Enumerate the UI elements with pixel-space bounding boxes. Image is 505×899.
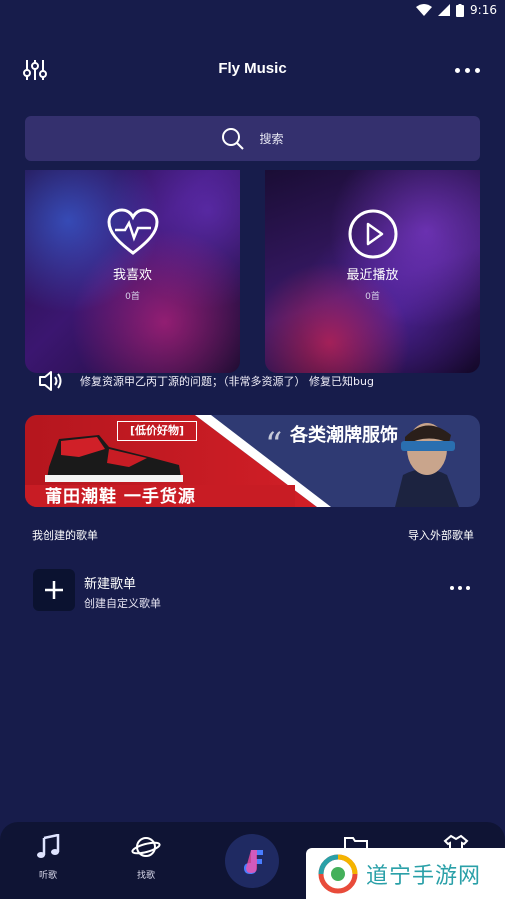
music-note-icon [37, 833, 60, 858]
search-icon [222, 127, 245, 150]
watermark: 道宁手游网 [306, 848, 505, 899]
status-time: 9:16 [470, 3, 497, 17]
notice-bar: 修复资源甲乙丙丁源的问题；（非常多资源了） 修复已知bug [38, 366, 488, 396]
speaker-icon [39, 371, 62, 391]
app-header: Fly Music [0, 50, 505, 90]
banner-tag: [低价好物] [117, 421, 197, 441]
play-circle-icon [347, 208, 399, 264]
more-menu-button[interactable] [451, 62, 483, 78]
more-dot [454, 67, 460, 73]
import-playlist-link[interactable]: 导入外部歌单 [408, 527, 474, 543]
wifi-icon [416, 4, 433, 16]
plus-icon [45, 581, 63, 599]
promo-banner[interactable]: [低价好物] 莆田潮鞋 一手货源 “ 各类潮牌服饰 [25, 415, 480, 507]
add-playlist-button[interactable] [33, 569, 75, 611]
new-playlist-item[interactable]: 新建歌单 创建自定义歌单 [33, 568, 478, 612]
watermark-text: 道宁手游网 [366, 863, 482, 889]
player-center-button[interactable] [225, 834, 279, 888]
search-bar[interactable]: 搜索 [25, 116, 480, 161]
banner-slogan: 莆田潮鞋 一手货源 [45, 487, 196, 507]
battery-icon [456, 3, 465, 17]
more-dot [458, 586, 462, 590]
recent-count: 0首 [365, 292, 380, 302]
fly-music-logo-icon [244, 850, 263, 874]
signal-icon [438, 4, 451, 16]
my-playlists-header: 我创建的歌单 导入外部歌单 [32, 526, 474, 544]
tab-listen-label: 听歌 [38, 871, 57, 881]
model-image [395, 423, 459, 507]
app-title: Fly Music [218, 60, 287, 77]
tab-find-label: 找歌 [136, 871, 155, 881]
more-dot [450, 586, 454, 590]
tab-find[interactable]: 找歌 [122, 834, 170, 881]
tab-listen[interactable]: 听歌 [24, 833, 72, 881]
favorites-title: 我喜欢 [112, 268, 152, 283]
status-bar: 9:16 [0, 0, 505, 20]
favorites-count: 0首 [125, 292, 140, 302]
planet-icon [131, 837, 161, 857]
favorites-card[interactable]: 我喜欢 0首 [25, 170, 240, 373]
notice-text: 修复资源甲乙丙丁源的问题；（非常多资源了） 修复已知bug [80, 375, 374, 388]
heart-pulse-icon [106, 208, 159, 260]
watermark-logo-icon [318, 854, 358, 893]
search-placeholder: 搜索 [259, 132, 284, 146]
more-dot [464, 67, 470, 73]
quote-mark-icon: “ [265, 425, 283, 465]
my-playlists-title: 我创建的歌单 [32, 529, 98, 542]
recent-title: 最近播放 [346, 268, 399, 283]
recent-played-card[interactable]: 最近播放 0首 [265, 170, 480, 373]
more-dot [466, 586, 470, 590]
new-playlist-subtitle: 创建自定义歌单 [84, 597, 161, 610]
new-playlist-title: 新建歌单 [84, 577, 137, 592]
more-dot [474, 67, 480, 73]
playlist-more-button[interactable] [450, 586, 470, 590]
